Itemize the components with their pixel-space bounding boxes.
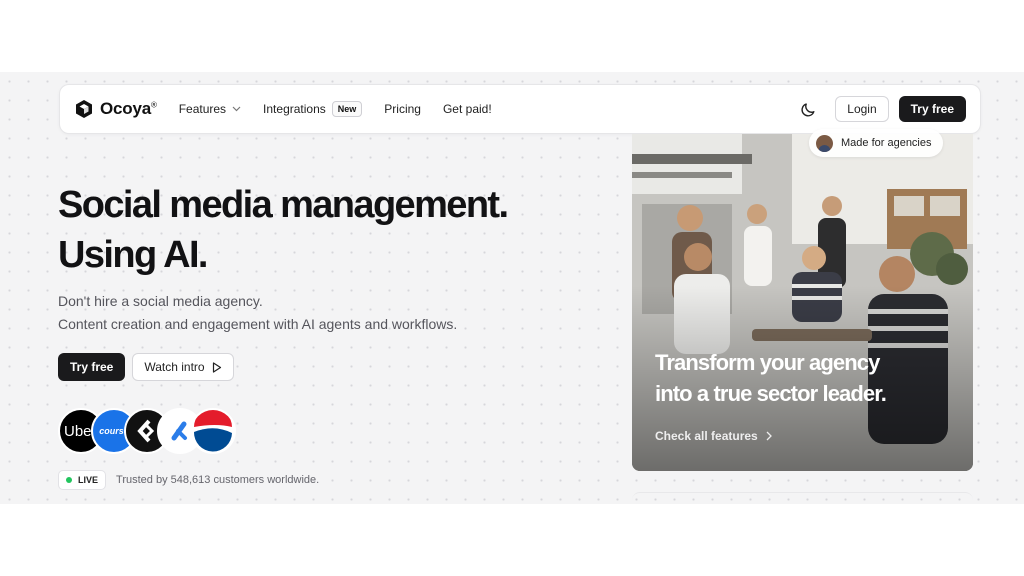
made-for-agencies-label: Made for agencies xyxy=(841,137,932,149)
hero-subtitle: Don't hire a social media agency. Conten… xyxy=(58,290,558,336)
card-headline: Transform your agency into a true sector… xyxy=(655,347,955,409)
watch-intro-button[interactable]: Watch intro xyxy=(132,353,234,381)
card-headline-line1: Transform your agency xyxy=(655,350,880,375)
hero-title-line1: Social media management. xyxy=(58,184,509,226)
nav-get-paid-label: Get paid! xyxy=(442,102,492,116)
nav-features-label: Features xyxy=(178,102,227,116)
hero-cta-row: Try free Watch intro xyxy=(58,353,234,381)
nav-features[interactable]: Features xyxy=(179,102,241,116)
login-button[interactable]: Login xyxy=(835,96,889,122)
hero-try-free-button[interactable]: Try free xyxy=(58,353,126,381)
live-label: LIVE xyxy=(78,475,99,485)
logo-text: Ocoya® xyxy=(100,99,157,118)
trusted-text: Trusted by 548,613 customers worldwide. xyxy=(116,474,320,486)
agency-photo-card[interactable]: Transform your agency into a true sector… xyxy=(632,134,973,471)
chevron-down-icon xyxy=(232,106,241,112)
hero-subtitle-line1: Don't hire a social media agency. xyxy=(58,293,263,309)
nav-try-free-button[interactable]: Try free xyxy=(898,96,966,122)
play-icon xyxy=(212,361,221,373)
nav-pricing-label: Pricing xyxy=(384,102,421,116)
live-badge: LIVE xyxy=(58,470,107,490)
watch-intro-label: Watch intro xyxy=(144,360,205,374)
pepsi-logo xyxy=(190,408,236,454)
hero-title-line2: Using AI. xyxy=(58,234,208,276)
hero-title: Social media management. Using AI. xyxy=(58,180,578,280)
nav-integrations-label: Integrations xyxy=(263,102,326,116)
dark-mode-toggle[interactable] xyxy=(799,99,819,119)
logo[interactable]: Ocoya® xyxy=(74,99,157,119)
nav-get-paid[interactable]: Get paid! xyxy=(443,102,492,116)
cube-logo-icon xyxy=(76,100,92,118)
avatar xyxy=(816,134,833,152)
next-card-edge xyxy=(632,492,973,504)
chevron-right-icon xyxy=(766,431,772,441)
nav-integrations[interactable]: Integrations New xyxy=(263,101,363,117)
live-dot-icon xyxy=(66,477,72,483)
hero-section: Ocoya® Features Integrations New Pricing… xyxy=(0,72,1024,504)
nav-pricing[interactable]: Pricing xyxy=(384,102,421,116)
live-stats: LIVE Trusted by 548,613 customers worldw… xyxy=(58,470,319,490)
customer-logos: Uber course xyxy=(58,408,236,454)
top-navbar: Ocoya® Features Integrations New Pricing… xyxy=(59,84,981,134)
photo-gradient-overlay xyxy=(632,134,973,471)
new-badge: New xyxy=(331,101,363,117)
card-headline-line2: into a true sector leader. xyxy=(655,381,887,406)
hero-subtitle-line2: Content creation and engagement with AI … xyxy=(58,316,458,332)
made-for-agencies-pill: Made for agencies xyxy=(809,129,943,157)
check-features-link[interactable]: Check all features xyxy=(655,429,772,443)
check-features-label: Check all features xyxy=(655,429,758,443)
moon-icon xyxy=(801,103,815,117)
